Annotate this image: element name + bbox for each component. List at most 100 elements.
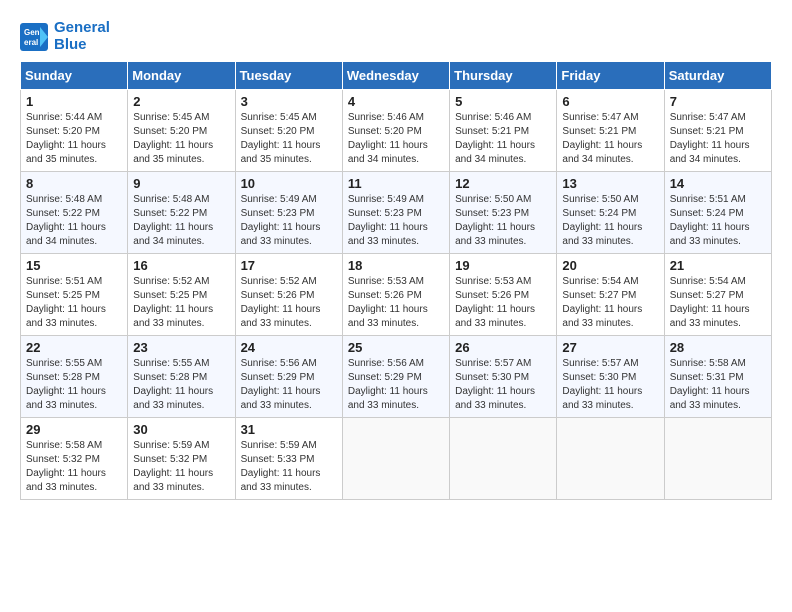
day-number: 4 (348, 94, 444, 109)
day-info: Sunrise: 5:52 AM Sunset: 5:26 PM Dayligh… (241, 275, 337, 331)
header: Gen eral General Blue (20, 20, 772, 53)
calendar-cell: 17 Sunrise: 5:52 AM Sunset: 5:26 PM Dayli… (235, 254, 342, 336)
day-number: 7 (670, 94, 766, 109)
calendar-cell: 25Sunrise: 5:56 AM Sunset: 5:29 PM Dayli… (342, 336, 449, 418)
calendar-cell (450, 418, 557, 500)
day-number: 23 (133, 340, 229, 355)
calendar-week-row: 29 Sunrise: 5:58 AM Sunset: 5:32 PM Dayli… (21, 418, 772, 500)
weekday-header: Friday (557, 62, 664, 90)
day-number: 21 (670, 258, 766, 273)
day-info: Sunrise: 5:56 AM Sunset: 5:29 PM Dayligh… (241, 357, 337, 413)
calendar-cell: 5 Sunrise: 5:46 AM Sunset: 5:21 PM Daylig… (450, 90, 557, 172)
day-info: Sunrise: 5:49 AM Sunset: 5:23 PM Dayligh… (241, 193, 337, 249)
day-number: 27 (562, 340, 658, 355)
calendar-cell: 31 Sunrise: 5:59 AM Sunset: 5:33 PM Dayli… (235, 418, 342, 500)
logo-text: General Blue (54, 20, 110, 53)
day-number: 18 (348, 258, 444, 273)
calendar-cell: 15 Sunrise: 5:51 AM Sunset: 5:25 PM Dayli… (21, 254, 128, 336)
day-info: Sunrise: 5:53 AM Sunset: 5:26 PM Dayligh… (348, 275, 444, 331)
day-number: 19 (455, 258, 551, 273)
svg-text:eral: eral (24, 38, 38, 47)
weekday-header: Sunday (21, 62, 128, 90)
calendar-cell: 27 Sunrise: 5:57 AM Sunset: 5:30 PM Dayli… (557, 336, 664, 418)
day-info: Sunrise: 5:58 AM Sunset: 5:31 PM Dayligh… (670, 357, 766, 413)
day-info: Sunrise: 5:57 AM Sunset: 5:30 PM Dayligh… (455, 357, 551, 413)
day-info: Sunrise: 5:55 AM Sunset: 5:28 PM Dayligh… (133, 357, 229, 413)
calendar-cell: 14Sunrise: 5:51 AM Sunset: 5:24 PM Dayli… (664, 172, 771, 254)
day-info: Sunrise: 5:52 AM Sunset: 5:25 PM Dayligh… (133, 275, 229, 331)
day-info: Sunrise: 5:58 AM Sunset: 5:32 PM Dayligh… (26, 439, 122, 495)
day-info: Sunrise: 5:54 AM Sunset: 5:27 PM Dayligh… (562, 275, 658, 331)
day-info: Sunrise: 5:47 AM Sunset: 5:21 PM Dayligh… (670, 111, 766, 167)
day-number: 28 (670, 340, 766, 355)
calendar-cell: 1Sunrise: 5:44 AM Sunset: 5:20 PM Daylig… (21, 90, 128, 172)
calendar-cell: 12Sunrise: 5:50 AM Sunset: 5:23 PM Dayli… (450, 172, 557, 254)
logo-icon: Gen eral (20, 23, 50, 51)
calendar-week-row: 15 Sunrise: 5:51 AM Sunset: 5:25 PM Dayli… (21, 254, 772, 336)
day-number: 2 (133, 94, 229, 109)
day-info: Sunrise: 5:49 AM Sunset: 5:23 PM Dayligh… (348, 193, 444, 249)
day-number: 16 (133, 258, 229, 273)
calendar-cell: 8 Sunrise: 5:48 AM Sunset: 5:22 PM Daylig… (21, 172, 128, 254)
day-info: Sunrise: 5:51 AM Sunset: 5:25 PM Dayligh… (26, 275, 122, 331)
calendar-cell: 7 Sunrise: 5:47 AM Sunset: 5:21 PM Daylig… (664, 90, 771, 172)
day-number: 9 (133, 176, 229, 191)
calendar-cell: 13 Sunrise: 5:50 AM Sunset: 5:24 PM Dayli… (557, 172, 664, 254)
calendar-cell (664, 418, 771, 500)
day-number: 20 (562, 258, 658, 273)
day-info: Sunrise: 5:59 AM Sunset: 5:32 PM Dayligh… (133, 439, 229, 495)
day-number: 13 (562, 176, 658, 191)
day-number: 14 (670, 176, 766, 191)
day-number: 3 (241, 94, 337, 109)
day-number: 22 (26, 340, 122, 355)
day-number: 15 (26, 258, 122, 273)
weekday-header: Thursday (450, 62, 557, 90)
day-info: Sunrise: 5:48 AM Sunset: 5:22 PM Dayligh… (26, 193, 122, 249)
calendar-cell: 16 Sunrise: 5:52 AM Sunset: 5:25 PM Dayli… (128, 254, 235, 336)
day-number: 6 (562, 94, 658, 109)
calendar-cell: 24 Sunrise: 5:56 AM Sunset: 5:29 PM Dayli… (235, 336, 342, 418)
day-info: Sunrise: 5:59 AM Sunset: 5:33 PM Dayligh… (241, 439, 337, 495)
calendar-cell: 10 Sunrise: 5:49 AM Sunset: 5:23 PM Dayli… (235, 172, 342, 254)
calendar-week-row: 22 Sunrise: 5:55 AM Sunset: 5:28 PM Dayli… (21, 336, 772, 418)
calendar-cell: 23 Sunrise: 5:55 AM Sunset: 5:28 PM Dayli… (128, 336, 235, 418)
day-info: Sunrise: 5:45 AM Sunset: 5:20 PM Dayligh… (133, 111, 229, 167)
calendar-cell: 22 Sunrise: 5:55 AM Sunset: 5:28 PM Dayli… (21, 336, 128, 418)
day-number: 11 (348, 176, 444, 191)
day-info: Sunrise: 5:57 AM Sunset: 5:30 PM Dayligh… (562, 357, 658, 413)
calendar-week-row: 1Sunrise: 5:44 AM Sunset: 5:20 PM Daylig… (21, 90, 772, 172)
day-number: 31 (241, 422, 337, 437)
calendar-cell (557, 418, 664, 500)
day-info: Sunrise: 5:54 AM Sunset: 5:27 PM Dayligh… (670, 275, 766, 331)
day-number: 25 (348, 340, 444, 355)
day-number: 26 (455, 340, 551, 355)
calendar-cell: 4Sunrise: 5:46 AM Sunset: 5:20 PM Daylig… (342, 90, 449, 172)
calendar-cell: 29 Sunrise: 5:58 AM Sunset: 5:32 PM Dayli… (21, 418, 128, 500)
calendar-header-row: SundayMondayTuesdayWednesdayThursdayFrid… (21, 62, 772, 90)
calendar-cell: 28 Sunrise: 5:58 AM Sunset: 5:31 PM Dayli… (664, 336, 771, 418)
day-number: 17 (241, 258, 337, 273)
day-info: Sunrise: 5:47 AM Sunset: 5:21 PM Dayligh… (562, 111, 658, 167)
day-number: 8 (26, 176, 122, 191)
day-info: Sunrise: 5:46 AM Sunset: 5:21 PM Dayligh… (455, 111, 551, 167)
day-number: 5 (455, 94, 551, 109)
day-info: Sunrise: 5:55 AM Sunset: 5:28 PM Dayligh… (26, 357, 122, 413)
weekday-header: Wednesday (342, 62, 449, 90)
calendar-cell: 3Sunrise: 5:45 AM Sunset: 5:20 PM Daylig… (235, 90, 342, 172)
calendar-cell: 2 Sunrise: 5:45 AM Sunset: 5:20 PM Daylig… (128, 90, 235, 172)
calendar-cell: 20 Sunrise: 5:54 AM Sunset: 5:27 PM Dayli… (557, 254, 664, 336)
calendar-cell: 26 Sunrise: 5:57 AM Sunset: 5:30 PM Dayli… (450, 336, 557, 418)
day-info: Sunrise: 5:50 AM Sunset: 5:23 PM Dayligh… (455, 193, 551, 249)
weekday-header: Tuesday (235, 62, 342, 90)
day-number: 10 (241, 176, 337, 191)
calendar-cell: 6 Sunrise: 5:47 AM Sunset: 5:21 PM Daylig… (557, 90, 664, 172)
day-info: Sunrise: 5:48 AM Sunset: 5:22 PM Dayligh… (133, 193, 229, 249)
calendar-cell: 18 Sunrise: 5:53 AM Sunset: 5:26 PM Dayli… (342, 254, 449, 336)
logo: Gen eral General Blue (20, 20, 110, 53)
day-number: 29 (26, 422, 122, 437)
calendar-cell (342, 418, 449, 500)
day-info: Sunrise: 5:53 AM Sunset: 5:26 PM Dayligh… (455, 275, 551, 331)
day-info: Sunrise: 5:50 AM Sunset: 5:24 PM Dayligh… (562, 193, 658, 249)
calendar-cell: 30Sunrise: 5:59 AM Sunset: 5:32 PM Dayli… (128, 418, 235, 500)
day-number: 24 (241, 340, 337, 355)
